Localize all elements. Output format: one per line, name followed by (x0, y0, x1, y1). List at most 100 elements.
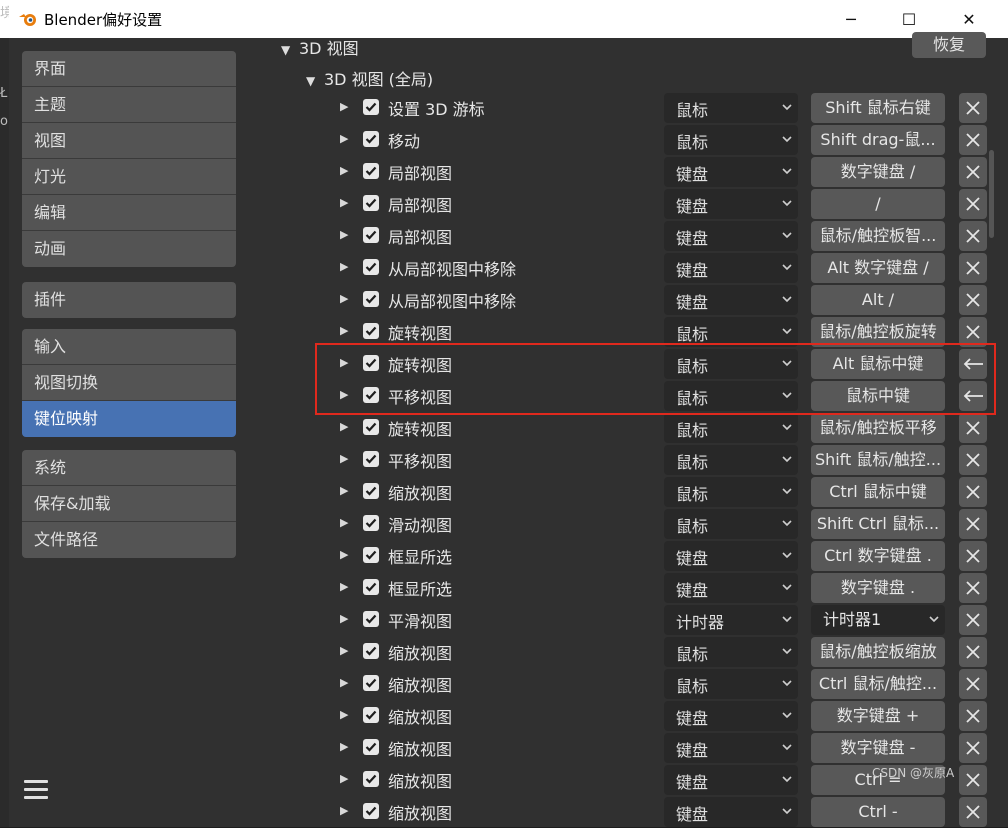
expand-arrow-icon[interactable]: ▶ (340, 292, 348, 305)
enabled-checkbox[interactable] (363, 419, 379, 435)
key-binding-button[interactable]: Ctrl - (811, 797, 945, 827)
nav-item-interface[interactable]: 界面 (22, 51, 236, 87)
enabled-checkbox[interactable] (363, 483, 379, 499)
key-binding-button[interactable]: Alt / (811, 285, 945, 315)
key-binding-button[interactable]: Shift 鼠标右键 (811, 93, 945, 123)
scrollbar[interactable] (989, 150, 994, 238)
input-type-dropdown[interactable]: 鼠标 (664, 637, 798, 667)
restore-binding-button[interactable] (959, 381, 987, 411)
enabled-checkbox[interactable] (363, 291, 379, 307)
input-type-dropdown[interactable]: 键盘 (664, 285, 798, 315)
input-type-dropdown[interactable]: 鼠标 (664, 93, 798, 123)
input-type-dropdown[interactable]: 鼠标 (664, 413, 798, 443)
expand-arrow-icon[interactable]: ▶ (340, 388, 348, 401)
expand-arrow-icon[interactable]: ▶ (340, 164, 348, 177)
expand-arrow-icon[interactable]: ▶ (340, 420, 348, 433)
section-3d-view[interactable]: ▼ 3D 视图 (281, 35, 359, 59)
expand-arrow-icon[interactable]: ▶ (340, 676, 348, 689)
enabled-checkbox[interactable] (363, 739, 379, 755)
input-type-dropdown[interactable]: 键盘 (664, 573, 798, 603)
input-type-dropdown[interactable]: 键盘 (664, 221, 798, 251)
input-type-dropdown[interactable]: 键盘 (664, 253, 798, 283)
key-binding-button[interactable]: 鼠标/触控板智... (811, 221, 945, 251)
input-type-dropdown[interactable]: 键盘 (664, 765, 798, 795)
enabled-checkbox[interactable] (363, 355, 379, 371)
expand-arrow-icon[interactable]: ▶ (340, 260, 348, 273)
key-binding-button[interactable]: 数字键盘 + (811, 701, 945, 731)
minimize-button[interactable]: ─ (822, 0, 880, 38)
key-binding-button[interactable]: Alt 鼠标中键 (811, 349, 945, 379)
remove-binding-button[interactable] (959, 573, 987, 603)
remove-binding-button[interactable] (959, 701, 987, 731)
input-type-dropdown[interactable]: 鼠标 (664, 509, 798, 539)
key-binding-button[interactable]: Ctrl 鼠标中键 (811, 477, 945, 507)
input-type-dropdown[interactable]: 键盘 (664, 541, 798, 571)
remove-binding-button[interactable] (959, 509, 987, 539)
remove-binding-button[interactable] (959, 157, 987, 187)
expand-arrow-icon[interactable]: ▶ (340, 228, 348, 241)
enabled-checkbox[interactable] (363, 227, 379, 243)
restore-button[interactable]: 恢复 (912, 32, 986, 58)
key-dropdown[interactable]: 计时器1 (811, 605, 945, 635)
remove-binding-button[interactable] (959, 93, 987, 123)
key-binding-button[interactable]: 数字键盘 / (811, 157, 945, 187)
enabled-checkbox[interactable] (363, 675, 379, 691)
remove-binding-button[interactable] (959, 637, 987, 667)
input-type-dropdown[interactable]: 鼠标 (664, 125, 798, 155)
enabled-checkbox[interactable] (363, 803, 379, 819)
expand-arrow-icon[interactable]: ▶ (340, 516, 348, 529)
key-binding-button[interactable]: / (811, 189, 945, 219)
input-type-dropdown[interactable]: 键盘 (664, 189, 798, 219)
remove-binding-button[interactable] (959, 797, 987, 827)
input-type-dropdown[interactable]: 键盘 (664, 157, 798, 187)
remove-binding-button[interactable] (959, 605, 987, 635)
enabled-checkbox[interactable] (363, 259, 379, 275)
subsection-3d-view-global[interactable]: ▼ 3D 视图 (全局) (306, 66, 433, 90)
remove-binding-button[interactable] (959, 189, 987, 219)
enabled-checkbox[interactable] (363, 451, 379, 467)
remove-binding-button[interactable] (959, 125, 987, 155)
key-binding-button[interactable]: 鼠标/触控板平移 (811, 413, 945, 443)
input-type-dropdown[interactable]: 鼠标 (664, 445, 798, 475)
input-type-dropdown[interactable]: 键盘 (664, 733, 798, 763)
expand-arrow-icon[interactable]: ▶ (340, 356, 348, 369)
input-type-dropdown[interactable]: 鼠标 (664, 477, 798, 507)
key-binding-button[interactable]: Ctrl 数字键盘 . (811, 541, 945, 571)
enabled-checkbox[interactable] (363, 579, 379, 595)
key-binding-button[interactable]: 鼠标中键 (811, 381, 945, 411)
expand-arrow-icon[interactable]: ▶ (340, 132, 348, 145)
remove-binding-button[interactable] (959, 413, 987, 443)
input-type-dropdown[interactable]: 鼠标 (664, 669, 798, 699)
remove-binding-button[interactable] (959, 733, 987, 763)
remove-binding-button[interactable] (959, 445, 987, 475)
remove-binding-button[interactable] (959, 477, 987, 507)
enabled-checkbox[interactable] (363, 643, 379, 659)
restore-binding-button[interactable] (959, 349, 987, 379)
key-binding-button[interactable]: Shift Ctrl 鼠标... (811, 509, 945, 539)
key-binding-button[interactable]: Shift drag-鼠... (811, 125, 945, 155)
input-type-dropdown[interactable]: 计时器 (664, 605, 798, 635)
key-binding-button[interactable]: 数字键盘 . (811, 573, 945, 603)
remove-binding-button[interactable] (959, 541, 987, 571)
remove-binding-button[interactable] (959, 253, 987, 283)
expand-arrow-icon[interactable]: ▶ (340, 100, 348, 113)
expand-arrow-icon[interactable]: ▶ (340, 644, 348, 657)
key-binding-button[interactable]: Alt 数字键盘 / (811, 253, 945, 283)
expand-arrow-icon[interactable]: ▶ (340, 612, 348, 625)
remove-binding-button[interactable] (959, 285, 987, 315)
expand-arrow-icon[interactable]: ▶ (340, 484, 348, 497)
expand-arrow-icon[interactable]: ▶ (340, 708, 348, 721)
enabled-checkbox[interactable] (363, 771, 379, 787)
remove-binding-button[interactable] (959, 669, 987, 699)
enabled-checkbox[interactable] (363, 707, 379, 723)
key-binding-button[interactable]: Shift 鼠标/触控... (811, 445, 945, 475)
enabled-checkbox[interactable] (363, 195, 379, 211)
expand-arrow-icon[interactable]: ▶ (340, 772, 348, 785)
remove-binding-button[interactable] (959, 317, 987, 347)
input-type-dropdown[interactable]: 键盘 (664, 701, 798, 731)
expand-arrow-icon[interactable]: ▶ (340, 196, 348, 209)
input-type-dropdown[interactable]: 鼠标 (664, 349, 798, 379)
enabled-checkbox[interactable] (363, 163, 379, 179)
input-type-dropdown[interactable]: 鼠标 (664, 317, 798, 347)
remove-binding-button[interactable] (959, 221, 987, 251)
